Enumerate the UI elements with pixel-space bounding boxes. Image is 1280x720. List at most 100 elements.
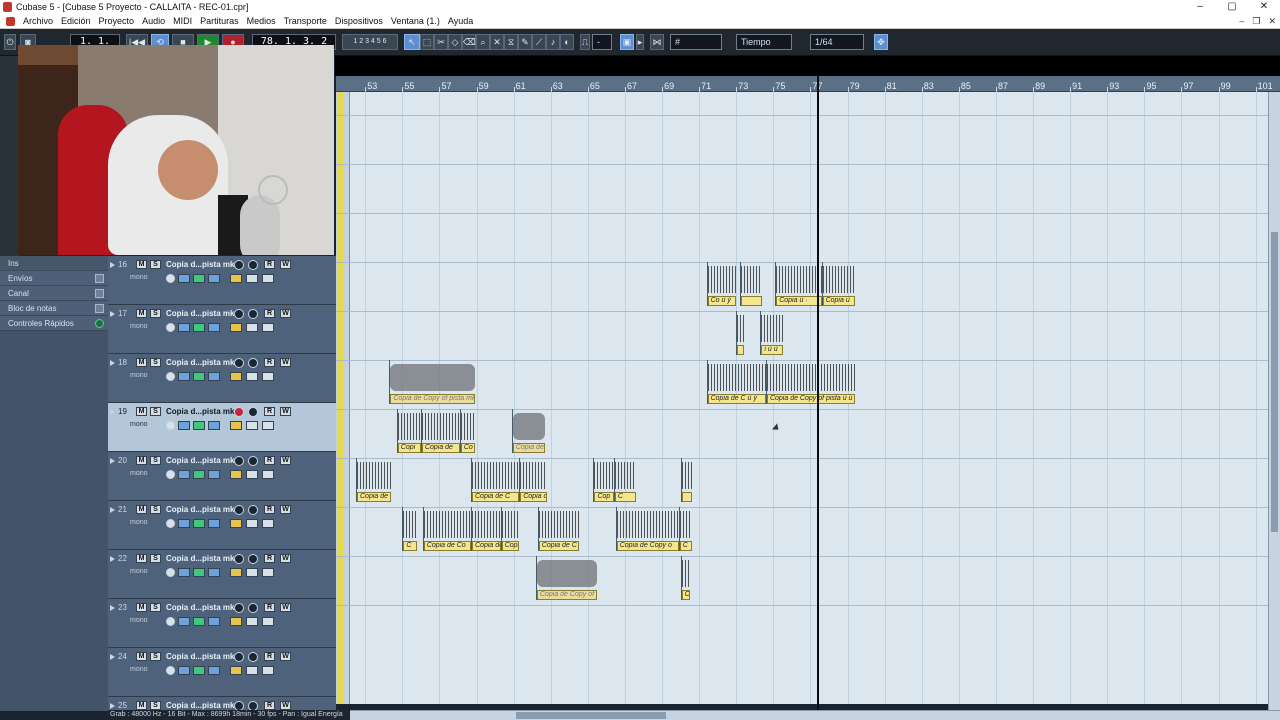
snap-menu-icon[interactable]: ▸ (636, 34, 644, 50)
timebase-icon[interactable] (230, 519, 242, 528)
timebase-icon[interactable] (230, 372, 242, 381)
record-enable-icon[interactable] (234, 309, 244, 319)
edit-channel-icon[interactable] (166, 421, 175, 430)
vertical-scrollbar[interactable] (1268, 92, 1280, 710)
solo-button[interactable]: S (150, 358, 161, 367)
mute-button[interactable]: M (136, 505, 147, 514)
track-name[interactable]: Copia d...pista mk (166, 652, 234, 661)
solo-button[interactable]: S (150, 309, 161, 318)
audio-event[interactable]: Copia de C ù ý (706, 360, 766, 404)
lock-icon[interactable] (262, 372, 274, 381)
marker-buttons[interactable]: 1 2 3 4 5 6 (342, 34, 398, 50)
audio-event[interactable]: Copia de Copy of pista mk (389, 360, 475, 404)
audio-event[interactable]: Copi (500, 507, 520, 551)
audio-event[interactable]: Copia de C (537, 507, 579, 551)
insert-bypass-icon[interactable] (178, 666, 190, 675)
menu-partituras[interactable]: Partituras (196, 16, 243, 26)
eq-bypass-icon[interactable] (193, 617, 205, 626)
edit-channel-icon[interactable] (166, 372, 175, 381)
timebase-icon[interactable] (230, 274, 242, 283)
insert-bypass-icon[interactable] (178, 519, 190, 528)
solo-button[interactable]: S (150, 603, 161, 612)
audio-event[interactable]: Copia ù · (775, 262, 822, 306)
horizontal-scroll-thumb[interactable] (516, 712, 666, 719)
monitor-icon[interactable] (248, 505, 258, 515)
record-enable-icon[interactable] (234, 554, 244, 564)
lane-icon[interactable] (246, 617, 258, 626)
audio-event[interactable] (680, 458, 692, 502)
inspector-canal[interactable]: Canal (0, 286, 108, 301)
insert-bypass-icon[interactable] (178, 470, 190, 479)
lane-icon[interactable] (246, 666, 258, 675)
lock-icon[interactable] (262, 323, 274, 332)
menu-ayuda[interactable]: Ayuda (444, 16, 477, 26)
read-automation-button[interactable]: R (264, 260, 275, 269)
insert-bypass-icon[interactable] (178, 568, 190, 577)
audio-event[interactable]: Co (459, 409, 475, 453)
send-bypass-icon[interactable] (208, 274, 220, 283)
solo-button[interactable]: S (150, 554, 161, 563)
solo-button[interactable]: S (150, 456, 161, 465)
expand-track-icon[interactable] (110, 507, 115, 513)
write-automation-button[interactable]: W (280, 358, 291, 367)
read-automation-button[interactable]: R (264, 554, 275, 563)
doc-minimize-icon[interactable]: – (1239, 14, 1244, 29)
monitor-icon[interactable] (248, 260, 258, 270)
timebase-icon[interactable] (230, 568, 242, 577)
mute-button[interactable]: M (136, 407, 147, 416)
audio-event[interactable]: Copia de (519, 458, 548, 502)
record-enable-icon[interactable] (234, 505, 244, 515)
lane-icon[interactable] (246, 372, 258, 381)
edit-channel-icon[interactable] (166, 568, 175, 577)
audio-event[interactable]: Co ù ý (706, 262, 737, 306)
monitor-icon[interactable] (248, 407, 258, 417)
edit-channel-icon[interactable] (166, 323, 175, 332)
write-automation-button[interactable]: W (280, 652, 291, 661)
audio-event[interactable]: C (678, 507, 692, 551)
zoom-tool-icon[interactable]: ⌕ (476, 34, 490, 50)
record-enable-icon[interactable] (234, 407, 244, 417)
eq-bypass-icon[interactable] (193, 372, 205, 381)
audio-event[interactable]: Copia de C (356, 458, 392, 502)
send-bypass-icon[interactable] (208, 568, 220, 577)
lane-icon[interactable] (246, 568, 258, 577)
send-bypass-icon[interactable] (208, 666, 220, 675)
edit-channel-icon[interactable] (166, 274, 175, 283)
lane-icon[interactable] (246, 519, 258, 528)
track-name[interactable]: Copia d...pista mk (166, 603, 234, 612)
lane-icon[interactable] (246, 323, 258, 332)
track-row[interactable]: 19 M S Copia d...pista mk R Wmono (108, 403, 336, 452)
timebase-icon[interactable] (230, 421, 242, 430)
quantize-select[interactable]: 1/64 (810, 34, 864, 50)
write-automation-button[interactable]: W (280, 456, 291, 465)
mute-button[interactable]: M (136, 701, 147, 710)
mute-button[interactable]: M (136, 309, 147, 318)
mute-tool-icon[interactable]: ✕ (490, 34, 504, 50)
send-bypass-icon[interactable] (208, 323, 220, 332)
monitor-icon[interactable] (248, 358, 258, 368)
audio-event[interactable]: C (613, 458, 637, 502)
audio-event[interactable] (739, 262, 763, 306)
monitor-icon[interactable] (248, 603, 258, 613)
audio-event[interactable]: Copia de (471, 507, 501, 551)
inspector-envios[interactable]: Envíos (0, 271, 108, 286)
expand-track-icon[interactable] (110, 654, 115, 660)
write-automation-button[interactable]: W (280, 603, 291, 612)
lock-icon[interactable] (262, 421, 274, 430)
eq-bypass-icon[interactable] (193, 666, 205, 675)
track-row[interactable]: 25MSCopia d...pista mkRWmono (108, 697, 336, 711)
track-row[interactable]: 24 M S Copia d...pista mk R Wmono (108, 648, 336, 697)
timebase-icon[interactable] (230, 617, 242, 626)
track-name[interactable]: Copia d...pista mk (166, 358, 234, 367)
edit-channel-icon[interactable] (166, 666, 175, 675)
edit-channel-icon[interactable] (166, 519, 175, 528)
eq-bypass-icon[interactable] (193, 421, 205, 430)
read-automation-button[interactable]: R (264, 358, 275, 367)
horizontal-scrollbar[interactable] (350, 710, 1280, 720)
record-enable-icon[interactable] (234, 603, 244, 613)
nudge-palette-icon[interactable]: ✥ (874, 34, 888, 50)
insert-bypass-icon[interactable] (178, 372, 190, 381)
arrange-window[interactable]: Co ù ý Copia ù · Copia ù i ù ù Copia de Copy… (336, 92, 1268, 704)
edit-channel-icon[interactable] (166, 470, 175, 479)
mute-button[interactable]: M (136, 260, 147, 269)
